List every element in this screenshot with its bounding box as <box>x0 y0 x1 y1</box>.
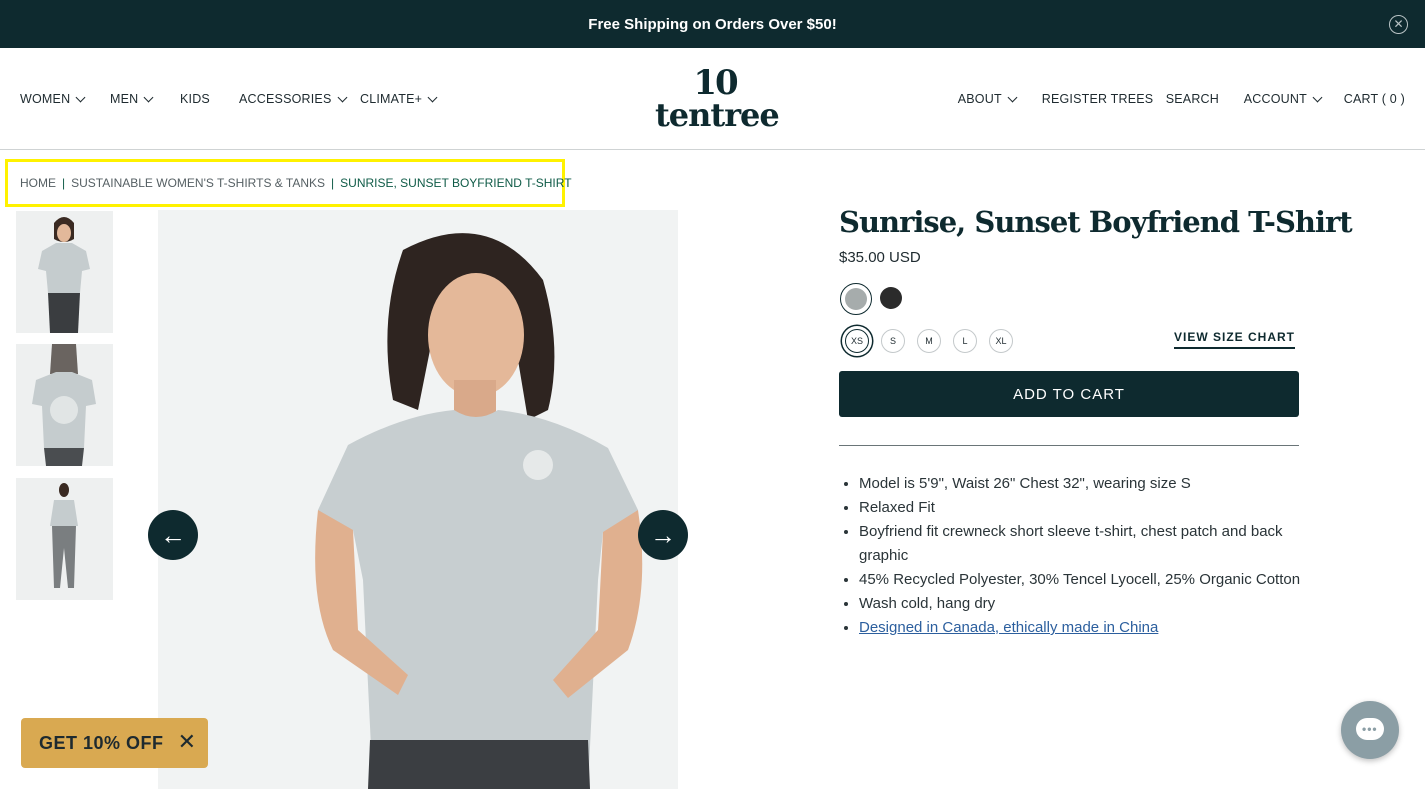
color-swatch-grey[interactable] <box>840 283 872 315</box>
nav-item-label: ABOUT <box>957 92 1002 106</box>
site-header: WOMEN MEN KIDS ACCESSORIES CLIMATE+ 10 t… <box>0 48 1425 150</box>
nav-item-label: ACCESSORIES <box>239 92 332 106</box>
thumbnail-image <box>16 478 113 600</box>
feature-item: Wash cold, hang dry <box>859 592 1329 616</box>
nav-item-men[interactable]: MEN <box>110 92 180 106</box>
primary-nav: WOMEN MEN KIDS ACCESSORIES CLIMATE+ <box>20 92 438 106</box>
chevron-down-icon <box>143 92 154 102</box>
feature-item: Relaxed Fit <box>859 496 1329 520</box>
feature-item: Model is 5'9", Waist 26" Chest 32", wear… <box>859 472 1329 496</box>
model-photo <box>158 210 678 789</box>
product-title: Sunrise, Sunset Boyfriend T-Shirt <box>839 205 1353 239</box>
size-option-l[interactable]: L <box>953 329 977 353</box>
arrow-right-icon: → <box>650 519 676 550</box>
nav-item-register-trees[interactable]: REGISTER TREES <box>1042 92 1166 106</box>
feature-item: Designed in Canada, ethically made in Ch… <box>859 616 1329 640</box>
nav-item-accessories[interactable]: ACCESSORIES <box>239 92 360 106</box>
thumbnail-image <box>16 344 113 466</box>
close-icon[interactable]: ✕ <box>1389 15 1408 34</box>
chevron-down-icon <box>1312 92 1323 102</box>
arrow-left-icon: ← <box>160 519 186 550</box>
divider <box>839 445 1299 446</box>
swatch-color <box>880 287 902 309</box>
size-option-xs[interactable]: XS <box>845 329 869 353</box>
breadcrumb-current: SUNRISE, SUNSET BOYFRIEND T-SHIRT <box>340 176 572 190</box>
announcement-bar: Free Shipping on Orders Over $50! ✕ <box>0 0 1425 48</box>
chevron-down-icon <box>427 92 438 102</box>
nav-item-label: WOMEN <box>20 92 71 106</box>
logo-wordmark: tentree <box>655 96 780 134</box>
chat-dots: ••• <box>1362 722 1378 736</box>
nav-item-search[interactable]: SEARCH <box>1166 92 1244 106</box>
nav-item-account[interactable]: ACCOUNT <box>1244 92 1344 106</box>
color-swatch-black[interactable] <box>876 283 908 315</box>
breadcrumb-separator: | <box>331 176 335 190</box>
origin-link[interactable]: Designed in Canada, ethically made in Ch… <box>859 619 1158 636</box>
announcement-text: Free Shipping on Orders Over $50! <box>588 15 837 33</box>
view-size-chart-link[interactable]: VIEW SIZE CHART <box>1174 330 1296 349</box>
secondary-nav: ABOUT REGISTER TREES SEARCH ACCOUNT CART… <box>958 92 1405 106</box>
add-to-cart-button[interactable]: ADD TO CART <box>839 371 1299 417</box>
thumbnail-full-body[interactable] <box>16 478 113 600</box>
product-main-image <box>158 210 678 789</box>
previous-image-button[interactable]: ← <box>148 510 198 560</box>
nav-item-label: CART ( 0 ) <box>1343 92 1405 106</box>
thumbnail-back[interactable] <box>16 344 113 466</box>
thumbnail-image <box>16 211 113 333</box>
breadcrumb: HOME | SUSTAINABLE WOMEN'S T-SHIRTS & TA… <box>5 159 572 207</box>
product-price: $35.00 USD <box>839 249 921 266</box>
thumbnail-front[interactable] <box>16 211 113 333</box>
nav-item-label: CLIMATE+ <box>360 92 423 106</box>
feature-item: 45% Recycled Polyester, 30% Tencel Lyoce… <box>859 568 1329 592</box>
nav-item-label: REGISTER TREES <box>1041 92 1154 106</box>
discount-promo-button[interactable]: GET 10% OFF ✕ <box>21 718 208 768</box>
size-option-xl[interactable]: XL <box>989 329 1013 353</box>
logo-mark: 10 <box>693 63 738 103</box>
nav-item-label: ACCOUNT <box>1243 92 1307 106</box>
chevron-down-icon <box>75 92 86 102</box>
chevron-down-icon <box>1007 92 1018 102</box>
product-features-list: Model is 5'9", Waist 26" Chest 32", wear… <box>839 472 1329 640</box>
breadcrumb-separator: | <box>62 176 66 190</box>
nav-item-cart[interactable]: CART ( 0 ) <box>1344 92 1405 106</box>
breadcrumb-category[interactable]: SUSTAINABLE WOMEN'S T-SHIRTS & TANKS <box>71 176 325 190</box>
next-image-button[interactable]: → <box>638 510 688 560</box>
size-option-m[interactable]: M <box>917 329 941 353</box>
nav-item-women[interactable]: WOMEN <box>20 92 110 106</box>
nav-item-kids[interactable]: KIDS <box>180 92 239 106</box>
size-option-s[interactable]: S <box>881 329 905 353</box>
promo-label: GET 10% OFF <box>39 732 164 753</box>
chat-widget-button[interactable]: ••• <box>1341 701 1399 759</box>
chevron-down-icon <box>337 92 347 102</box>
nav-item-label: KIDS <box>180 92 210 106</box>
feature-item: Boyfriend fit crewneck short sleeve t-sh… <box>859 520 1329 568</box>
nav-item-climate[interactable]: CLIMATE+ <box>360 92 438 106</box>
swatch-color <box>845 288 867 310</box>
nav-item-about[interactable]: ABOUT <box>958 92 1042 106</box>
nav-item-label: SEARCH <box>1165 92 1220 106</box>
close-icon[interactable]: ✕ <box>178 731 196 753</box>
breadcrumb-home[interactable]: HOME <box>20 176 56 190</box>
nav-item-label: MEN <box>110 92 139 106</box>
site-logo[interactable]: 10 tentree <box>655 63 780 134</box>
